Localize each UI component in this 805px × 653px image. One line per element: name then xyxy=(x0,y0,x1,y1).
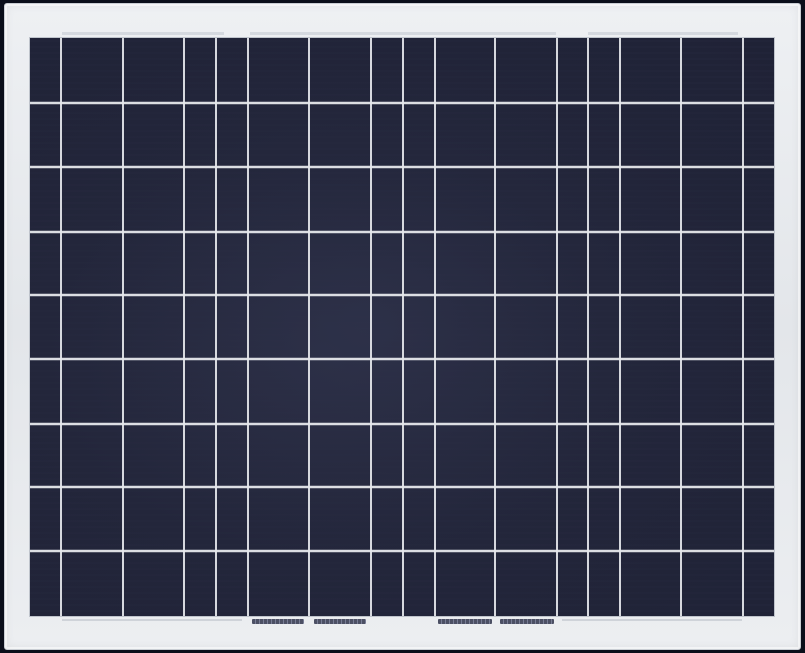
bottom-ribbon-1 xyxy=(252,619,304,624)
bottom-ribbon-2 xyxy=(314,619,366,624)
bottom-strip-left xyxy=(62,619,242,621)
top-busbar-right xyxy=(588,32,738,35)
cell-grid xyxy=(30,38,774,616)
bottom-ribbon-3 xyxy=(438,619,492,624)
top-busbar-middle xyxy=(250,32,556,35)
photo-stage xyxy=(0,0,805,653)
bottom-ribbon-4 xyxy=(500,619,554,624)
solar-cell-array xyxy=(30,38,774,616)
top-busbar-left xyxy=(62,32,224,35)
bottom-strip-right xyxy=(562,619,742,621)
